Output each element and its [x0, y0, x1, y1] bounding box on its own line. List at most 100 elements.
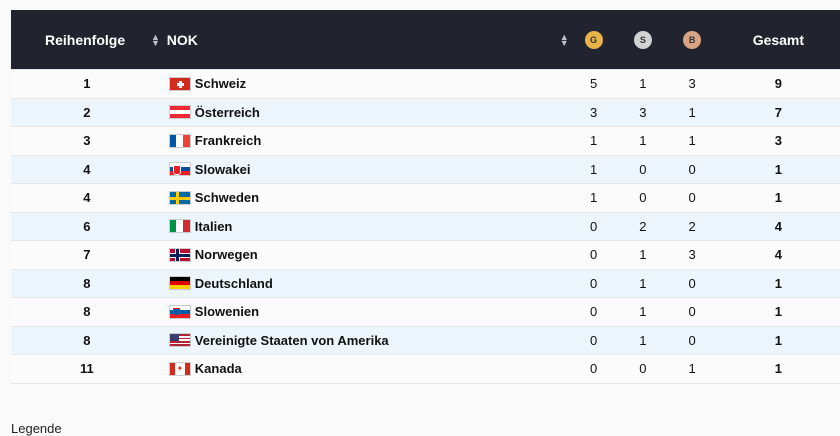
- bronze-medal-icon: B: [683, 30, 702, 49]
- table-row[interactable]: 2 Österreich 3 3 1 7: [11, 98, 840, 127]
- table-row[interactable]: 1 Schweiz 5 1 3 9: [11, 70, 840, 99]
- gold-cell: 0: [589, 247, 598, 263]
- gold-cell: 0: [589, 304, 598, 320]
- nok-name[interactable]: Vereinigte Staaten von Amerika: [195, 333, 389, 348]
- gold-cell: 0: [589, 275, 598, 291]
- silver-cell: 1: [639, 332, 647, 348]
- gold-cell: 5: [589, 76, 598, 92]
- table-row[interactable]: 8 Slowenien 0 1 0 1: [11, 298, 840, 327]
- gold-cell: 1: [589, 190, 598, 206]
- nok-cell[interactable]: Schweden: [163, 190, 569, 205]
- bronze-cell: 1: [688, 104, 696, 120]
- total-cell: 1: [774, 304, 782, 320]
- sort-icon[interactable]: ▲ ▼: [151, 32, 160, 47]
- nok-name[interactable]: Frankreich: [195, 133, 261, 148]
- silver-cell: 1: [639, 247, 647, 263]
- silver-cell: 0: [639, 190, 647, 206]
- gold-cell: 3: [589, 104, 598, 120]
- nok-cell[interactable]: Italien: [163, 219, 569, 234]
- nok-name[interactable]: Slowakei: [195, 162, 251, 177]
- rank-header-label: Reihenfolge: [45, 31, 126, 48]
- nok-name[interactable]: Österreich: [195, 105, 260, 120]
- nok-name[interactable]: Deutschland: [195, 276, 273, 291]
- column-header-gold[interactable]: G: [569, 30, 618, 49]
- column-header-silver[interactable]: S: [618, 30, 667, 49]
- table-row[interactable]: 8 Deutschland 0 1 0 1: [11, 269, 840, 298]
- nok-cell[interactable]: Slowenien: [163, 304, 569, 319]
- table-header: Reihenfolge ▲ ▼ NOK ▲ ▼ G S B Gesamt: [11, 10, 840, 70]
- nok-cell[interactable]: Österreich: [163, 105, 569, 120]
- nok-header-label: NOK: [166, 31, 198, 48]
- bronze-cell: 0: [688, 304, 696, 320]
- flag-norway-icon: [168, 247, 191, 262]
- nok-cell[interactable]: Slowakei: [163, 162, 569, 177]
- silver-cell: 1: [639, 275, 647, 291]
- bronze-cell: 3: [688, 76, 696, 92]
- flag-slovakia-icon: [168, 162, 191, 177]
- flag-germany-icon: [168, 276, 191, 291]
- total-header-label: Gesamt: [752, 31, 805, 48]
- total-cell: 4: [774, 247, 782, 263]
- gold-medal-icon: G: [584, 30, 603, 49]
- nok-name[interactable]: Slowenien: [195, 304, 259, 319]
- rank-cell: 8: [83, 332, 91, 348]
- bronze-cell: 2: [688, 218, 696, 234]
- total-cell: 1: [774, 190, 782, 206]
- column-header-total[interactable]: Gesamt: [717, 32, 840, 48]
- silver-cell: 1: [639, 133, 647, 149]
- flag-switzerland-icon: [168, 76, 191, 91]
- table-row[interactable]: 6 Italien 0 2 2 4: [11, 212, 840, 241]
- bronze-cell: 0: [688, 190, 696, 206]
- flag-usa-icon: [168, 333, 191, 348]
- nok-name[interactable]: Norwegen: [195, 247, 258, 262]
- bronze-cell: 1: [688, 133, 696, 149]
- nok-cell[interactable]: Deutschland: [163, 276, 569, 291]
- nok-cell[interactable]: Vereinigte Staaten von Amerika: [163, 333, 569, 348]
- table-row[interactable]: 11 ✦ Kanada 0 0 1 1: [11, 355, 840, 384]
- gold-cell: 0: [589, 332, 598, 348]
- flag-france-icon: [168, 133, 191, 148]
- rank-cell: 11: [80, 361, 94, 377]
- table-row[interactable]: 4 Schweden 1 0 0 1: [11, 184, 840, 213]
- table-row[interactable]: 8 Vereinigte Staaten von Amerika 0 1 0 1: [11, 326, 840, 355]
- silver-cell: 0: [639, 161, 647, 177]
- table-row[interactable]: 4 Slowakei 1 0 0 1: [11, 155, 840, 184]
- silver-medal-icon: S: [633, 30, 652, 49]
- bronze-cell: 0: [688, 275, 696, 291]
- nok-cell[interactable]: ✦ Kanada: [163, 361, 569, 376]
- total-cell: 1: [774, 361, 782, 377]
- silver-cell: 3: [639, 104, 647, 120]
- rank-cell: 4: [83, 190, 91, 206]
- flag-canada-icon: ✦: [168, 361, 191, 376]
- nok-cell[interactable]: Frankreich: [163, 133, 569, 148]
- table-body: 1 Schweiz 5 1 3 9 2 Österreich 3 3 1 7 3 Frankreich 1 1…: [11, 70, 840, 384]
- nok-name[interactable]: Schweiz: [195, 76, 246, 91]
- bronze-cell: 0: [688, 161, 696, 177]
- bronze-cell: 1: [688, 361, 696, 377]
- rank-cell: 3: [83, 133, 91, 149]
- flag-italy-icon: [168, 219, 191, 234]
- bronze-cell: 0: [688, 332, 696, 348]
- column-header-bronze[interactable]: B: [667, 30, 716, 49]
- total-cell: 7: [774, 104, 782, 120]
- total-cell: 3: [774, 133, 782, 149]
- table-row[interactable]: 7 Norwegen 0 1 3 4: [11, 241, 840, 270]
- nok-name[interactable]: Schweden: [195, 190, 259, 205]
- nok-cell[interactable]: Norwegen: [163, 247, 569, 262]
- sort-icon[interactable]: ▲ ▼: [560, 32, 569, 47]
- silver-cell: 2: [639, 218, 647, 234]
- medal-table: Reihenfolge ▲ ▼ NOK ▲ ▼ G S B Gesamt 1 Schw…: [11, 10, 840, 384]
- gold-cell: 1: [589, 161, 598, 177]
- nok-name[interactable]: Italien: [195, 219, 233, 234]
- nok-cell[interactable]: Schweiz: [163, 76, 569, 91]
- silver-cell: 0: [639, 361, 647, 377]
- rank-cell: 1: [83, 76, 91, 92]
- nok-name[interactable]: Kanada: [195, 361, 242, 376]
- gold-cell: 1: [589, 133, 598, 149]
- silver-cell: 1: [639, 304, 647, 320]
- rank-cell: 8: [83, 275, 91, 291]
- total-cell: 4: [774, 218, 782, 234]
- gold-cell: 0: [589, 218, 598, 234]
- table-row[interactable]: 3 Frankreich 1 1 1 3: [11, 127, 840, 156]
- flag-austria-icon: [168, 105, 191, 120]
